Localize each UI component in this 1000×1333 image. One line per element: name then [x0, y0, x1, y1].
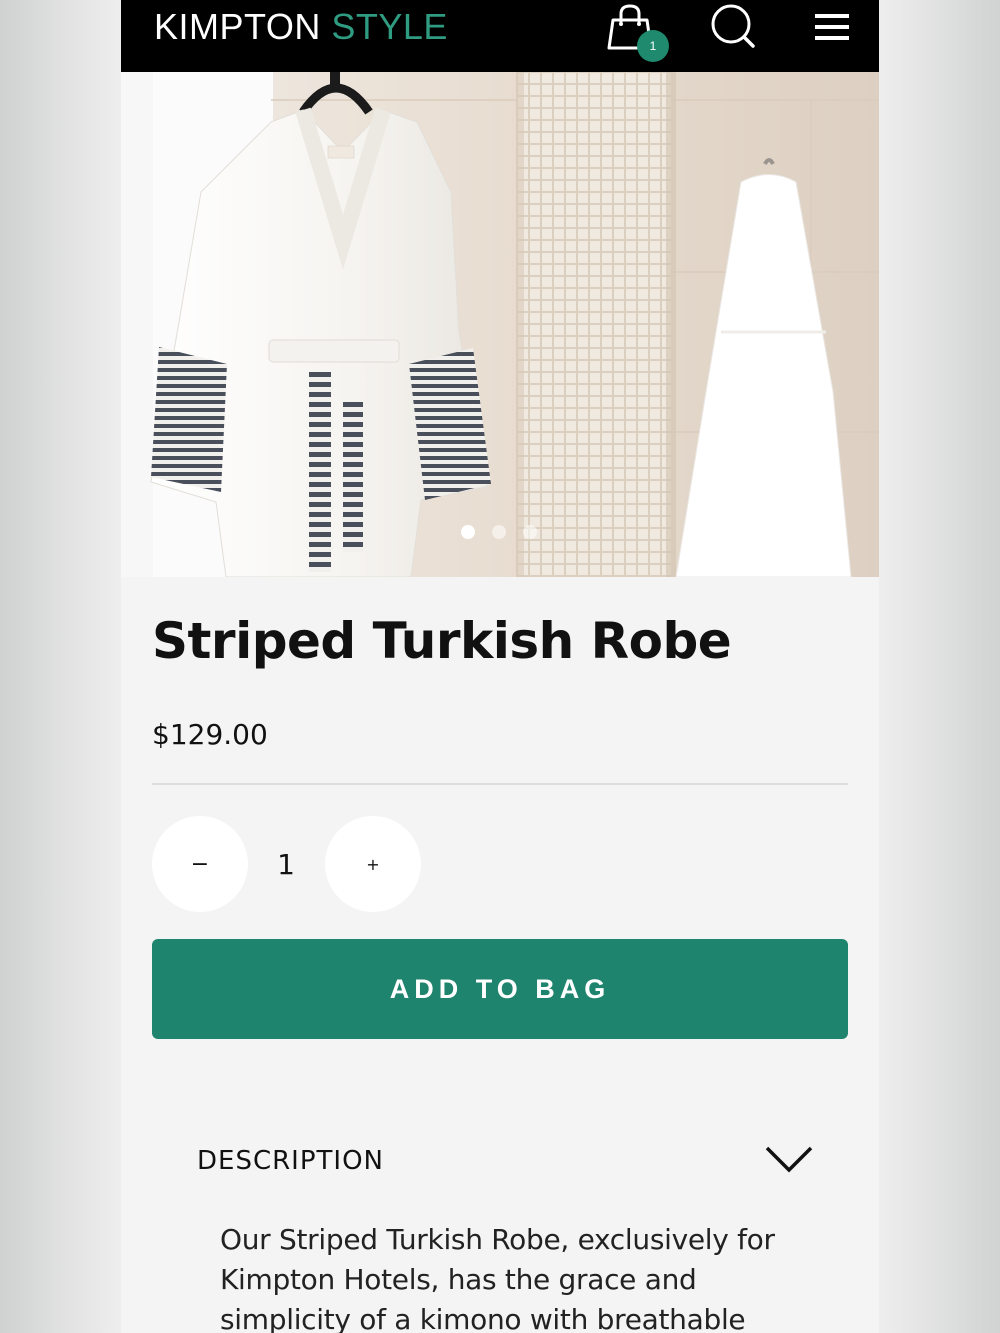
description-text: Our Striped Turkish Robe, exclusively fo… [220, 1223, 775, 1333]
search-icon [711, 4, 755, 48]
product-photo [121, 72, 879, 577]
add-to-bag-button[interactable]: ADD TO BAG [152, 939, 848, 1039]
carousel-dot-2[interactable] [492, 525, 506, 539]
chevron-down-icon [765, 1146, 813, 1173]
logo-accent-text: STYLE [331, 6, 448, 47]
quantity-increment-button[interactable]: + [325, 816, 421, 912]
product-image-carousel[interactable] [121, 72, 879, 577]
mobile-viewport: KIMPTON STYLE 1 Striped Turkish Robe $12… [121, 0, 879, 1333]
quantity-decrement-button[interactable]: − [152, 816, 248, 912]
hamburger-menu-icon [815, 14, 849, 40]
search-button[interactable] [709, 2, 757, 50]
shopping-bag-button[interactable]: 1 [605, 4, 669, 62]
site-logo[interactable]: KIMPTON STYLE [154, 6, 448, 48]
site-header: KIMPTON STYLE 1 [121, 0, 879, 72]
carousel-dot-1[interactable] [461, 525, 475, 539]
logo-primary-text: KIMPTON [154, 6, 321, 47]
page-background-left [0, 0, 121, 1333]
cart-count-badge: 1 [637, 30, 669, 62]
section-divider [152, 783, 848, 785]
description-accordion-toggle[interactable]: DESCRIPTION [197, 1140, 813, 1184]
quantity-value: 1 [277, 848, 295, 881]
description-heading: DESCRIPTION [197, 1146, 384, 1176]
product-price: $129.00 [152, 718, 268, 751]
product-title: Striped Turkish Robe [152, 612, 732, 670]
menu-button[interactable] [813, 8, 853, 48]
carousel-dot-3[interactable] [523, 525, 537, 539]
page-background-right [879, 0, 1000, 1333]
